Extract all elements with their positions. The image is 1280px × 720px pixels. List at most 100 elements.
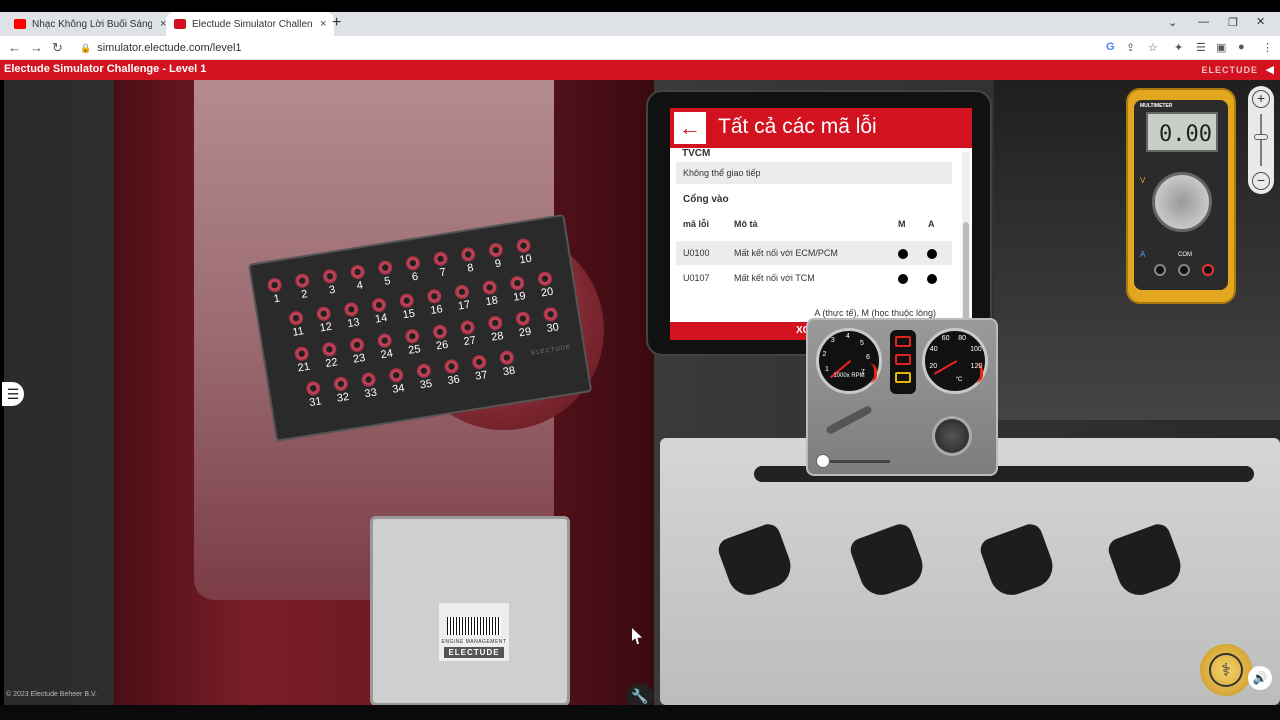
warning-lights	[890, 330, 916, 394]
tools-button[interactable]: ⚕	[1200, 644, 1252, 696]
new-tab-button[interactable]: +	[332, 14, 341, 32]
app-title: Electude Simulator Challenge - Level 1	[4, 63, 207, 75]
engine-control-unit[interactable]: ENGINE MANAGEMENT ELECTUDE	[370, 516, 570, 705]
connector-pin[interactable]	[294, 272, 311, 289]
connector-pin[interactable]	[515, 237, 532, 254]
copyright-text: © 2023 Electude Beheer B.V.	[6, 691, 97, 698]
connector-pin[interactable]	[266, 277, 283, 294]
sidepanel-icon[interactable]: ▣	[1216, 41, 1226, 54]
connector-pin[interactable]	[443, 358, 460, 375]
zoom-out-button[interactable]: −	[1252, 172, 1270, 190]
connector-pin[interactable]	[459, 319, 476, 336]
fault-desc: Mất kết nối với TCM	[734, 273, 815, 283]
col-code: mã lỗi	[683, 219, 710, 229]
connector-pin[interactable]	[360, 371, 377, 388]
pin-number: 28	[490, 329, 505, 344]
app-header: Electude Simulator Challenge - Level 1 E…	[0, 60, 1280, 80]
chevron-down-icon[interactable]: ⌄	[1168, 16, 1177, 29]
reload-icon[interactable]: ↻	[52, 40, 63, 56]
connector-pin[interactable]	[487, 242, 504, 259]
connector-pin[interactable]	[388, 367, 405, 384]
scrollbar[interactable]	[962, 152, 970, 322]
connector-pin[interactable]	[431, 323, 448, 340]
volt-port[interactable]	[1202, 264, 1214, 276]
pin-number: 2	[300, 288, 309, 301]
connector-pin[interactable]	[321, 341, 338, 358]
temp-unit: °C	[955, 377, 963, 383]
throttle-slider-track[interactable]	[820, 460, 890, 463]
connector-pin[interactable]	[404, 255, 421, 272]
pin-number: 26	[435, 338, 450, 353]
multimeter-dial[interactable]	[1152, 172, 1212, 232]
connector-pin[interactable]	[460, 246, 477, 263]
connector-pin[interactable]	[315, 305, 332, 322]
maximize-icon[interactable]: ❐	[1228, 16, 1238, 29]
connector-pin[interactable]	[453, 283, 471, 300]
connector-pin[interactable]	[487, 315, 504, 332]
back-arrow-icon[interactable]: ←	[674, 112, 706, 144]
minimize-icon[interactable]: —	[1198, 16, 1209, 28]
connector-pin[interactable]	[343, 301, 360, 318]
gauge-tick-label: 60	[941, 334, 950, 342]
connector-pin[interactable]	[348, 336, 366, 353]
table-row[interactable]: U0100 Mất kết nối với ECM/PCM	[676, 241, 952, 265]
tab-electude[interactable]: Electude Simulator Challenge - L... ×	[166, 12, 335, 36]
gauge-tick-label: 80	[958, 334, 967, 342]
google-icon[interactable]: G	[1106, 41, 1115, 53]
connector-pin[interactable]	[332, 375, 349, 392]
connector-pin[interactable]	[498, 349, 515, 366]
connector-pin[interactable]	[471, 354, 488, 371]
star-icon[interactable]: ☆	[1148, 41, 1158, 54]
connector-pin[interactable]	[305, 380, 322, 397]
connector-pin[interactable]	[426, 288, 443, 305]
screen: Nhạc Không Lời Buổi Sáng Tinh Th... × El…	[0, 0, 1280, 720]
pin-number: 29	[518, 325, 533, 340]
pin-number: 37	[474, 368, 489, 383]
back-icon[interactable]: ←	[8, 40, 21, 55]
connector-pin[interactable]	[376, 332, 393, 349]
connector-pin[interactable]	[398, 292, 415, 309]
connector-pin[interactable]	[536, 270, 553, 287]
tab-youtube[interactable]: Nhạc Không Lời Buổi Sáng Tinh Th... ×	[6, 12, 174, 36]
connector-pin[interactable]	[542, 306, 559, 323]
sound-icon[interactable]: 🔊	[1248, 666, 1272, 690]
close-window-icon[interactable]: ✕	[1256, 15, 1265, 28]
table-row[interactable]: U0107 Mất kết nối với TCM	[676, 266, 952, 290]
pin-number: 24	[379, 347, 394, 362]
connector-pin[interactable]	[288, 310, 305, 327]
connector-pin[interactable]	[377, 259, 394, 276]
reading-list-icon[interactable]: ☰	[1196, 41, 1206, 54]
gauge-tick-label: 7	[860, 369, 865, 377]
pin-number: 12	[318, 320, 333, 335]
connector-pin[interactable]	[432, 250, 449, 267]
connector-pin[interactable]	[371, 296, 388, 314]
connector-pin[interactable]	[509, 275, 526, 292]
zoom-handle[interactable]	[1254, 134, 1268, 140]
zoom-in-button[interactable]: +	[1252, 90, 1270, 108]
connector-pin[interactable]	[321, 268, 338, 285]
scrollbar-thumb[interactable]	[963, 222, 969, 322]
menu-icon[interactable]: ⋮	[1262, 41, 1273, 54]
connector-pin[interactable]	[514, 310, 531, 327]
connector-pin[interactable]	[415, 362, 432, 379]
multimeter[interactable]: MULTIMETER 0.00 V A COM	[1126, 88, 1236, 304]
extensions-icon[interactable]: ✦	[1174, 41, 1183, 54]
share-icon[interactable]: ⇪	[1126, 41, 1135, 54]
tab-close-icon[interactable]: ×	[320, 18, 326, 30]
zoom-track[interactable]	[1260, 114, 1262, 166]
connector-pin[interactable]	[293, 345, 310, 362]
connector-pin[interactable]	[481, 279, 498, 296]
connector-pin[interactable]	[404, 328, 421, 345]
forward-icon[interactable]: →	[30, 40, 43, 55]
collapse-arrow-icon[interactable]: ◀	[1266, 63, 1274, 76]
amp-port[interactable]	[1154, 264, 1166, 276]
multimeter-display: 0.00	[1146, 112, 1218, 152]
profile-avatar[interactable]: ●	[1238, 41, 1245, 53]
throttle-slider-handle[interactable]	[816, 454, 830, 468]
ignition-switch[interactable]	[932, 416, 972, 456]
com-port[interactable]	[1178, 264, 1190, 276]
diagnostic-tablet: ← Tất cả các mã lỗi TVCM Không thể giao …	[646, 90, 992, 356]
address-bar[interactable]: 🔒 simulator.electude.com/level1	[70, 39, 1100, 57]
ignition-key-icon[interactable]	[825, 404, 873, 436]
connector-pin[interactable]	[349, 263, 366, 280]
